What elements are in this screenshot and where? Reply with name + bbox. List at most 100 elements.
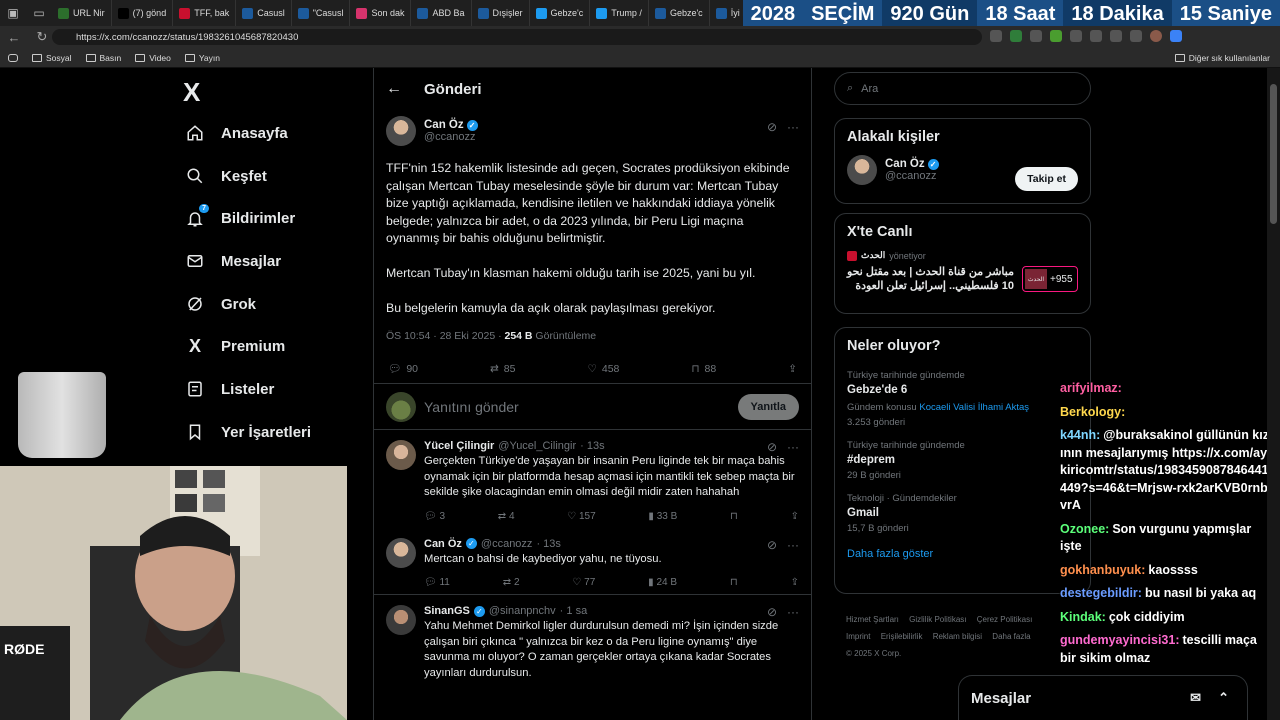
more-icon[interactable]: ···	[787, 120, 799, 134]
profile-avatar-icon[interactable]	[1150, 30, 1162, 42]
reply-time[interactable]: · 1 sa	[560, 605, 588, 617]
sidebar-item-grok[interactable]: Grok	[185, 283, 311, 326]
avatar[interactable]	[386, 116, 416, 146]
browser-tab[interactable]: Dışişler	[472, 0, 530, 26]
reply-item[interactable]: Can Öz ✓ @ccanozz · 13s ⊘ ··· Mertcan o b…	[374, 528, 811, 595]
repost-button[interactable]: ⇄ 4	[498, 511, 515, 522]
like-button[interactable]: ♡ 77	[572, 577, 595, 588]
live-host[interactable]: الحدث yönetiyor	[835, 250, 1090, 261]
browser-tab[interactable]: Gebze'c	[530, 0, 591, 26]
footer-link[interactable]: Imprint	[846, 632, 870, 641]
extension-icon[interactable]	[990, 30, 1002, 42]
repost-button[interactable]: ⇄ 85	[490, 362, 516, 375]
sidebar-item-bookmarks[interactable]: Yer İşaretleri	[185, 411, 311, 454]
avatar[interactable]	[386, 440, 416, 471]
footer-link[interactable]: Çerez Politikası	[977, 615, 1033, 624]
reply-author-name[interactable]: Yücel Çilingir	[424, 440, 494, 452]
author-name[interactable]: Can Öz	[424, 119, 464, 131]
browser-tab[interactable]: ABD Ba	[411, 0, 472, 26]
browser-tab[interactable]: URL Nir	[52, 0, 112, 26]
reply-author-handle[interactable]: @Yucel_Cilingir	[498, 440, 576, 452]
trend-context-link[interactable]: Kocaeli Valisi İlhami Aktaş	[919, 402, 1029, 413]
more-icon[interactable]: ···	[787, 440, 799, 454]
other-bookmarks[interactable]: Diğer sık kullanılanlar	[1174, 53, 1270, 63]
footer-link[interactable]: Daha fazla	[992, 632, 1030, 641]
share-button[interactable]: ⇪	[788, 362, 797, 375]
bookmark-button[interactable]: ⊓ 88	[691, 362, 716, 375]
show-more-link[interactable]: Daha fazla göster	[835, 540, 1090, 568]
grok-icon[interactable]: ⊘	[767, 538, 777, 552]
reply-author-handle[interactable]: @ccanozz	[481, 538, 533, 550]
avatar[interactable]	[386, 605, 416, 636]
sidebar-item-premium[interactable]: X Premium	[185, 325, 311, 368]
sidebar-item-messages[interactable]: Mesajlar	[185, 240, 311, 283]
messages-drawer[interactable]: Mesajlar ✉ ⌃	[958, 675, 1248, 720]
grok-icon[interactable]: ⊘	[767, 120, 777, 134]
footer-link[interactable]: Reklam bilgisi	[933, 632, 982, 641]
sidebar-item-home[interactable]: Anasayfa	[185, 112, 311, 155]
bookmark-folder-yayin[interactable]: Yayın	[184, 53, 220, 63]
reply-button[interactable]: 💬︎ 3	[424, 511, 445, 522]
like-button[interactable]: ♡ 458	[587, 362, 619, 375]
tab-list-icon[interactable]: ▭	[26, 0, 52, 26]
sidebar-item-notifications[interactable]: 7 Bildirimler	[185, 197, 311, 240]
reply-time[interactable]: · 13s	[580, 440, 604, 452]
live-thumbnail[interactable]: الحدث +955	[1022, 266, 1078, 292]
views-button[interactable]: ▮ 33 B	[648, 511, 677, 522]
sidebar-item-lists[interactable]: Listeler	[185, 368, 311, 411]
post-timestamp[interactable]: ÖS 10:54 · 28 Eki 2025 ·	[386, 330, 504, 342]
extension-icon[interactable]	[1030, 30, 1042, 42]
extension-icon[interactable]	[1070, 30, 1082, 42]
share-icon[interactable]: ⇪	[791, 511, 799, 522]
browser-tab[interactable]: (7) gönd	[112, 0, 174, 26]
footer-link[interactable]: Erişilebilirlik	[881, 632, 923, 641]
scrollbar-thumb[interactable]	[1270, 84, 1277, 224]
bookmark-folder-video[interactable]: Video	[135, 53, 171, 63]
repost-button[interactable]: ⇄ 2	[503, 577, 520, 588]
reply-time[interactable]: · 13s	[536, 538, 560, 550]
browser-tab[interactable]: Trump /	[590, 0, 649, 26]
back-arrow-icon[interactable]: ←	[386, 80, 402, 98]
author-handle[interactable]: @ccanozz	[424, 131, 478, 143]
x-logo[interactable]: X	[183, 77, 200, 108]
footer-link[interactable]: Hizmet Şartları	[846, 615, 899, 624]
author-name[interactable]: Can Öz	[885, 158, 925, 170]
trend-item[interactable]: Türkiye tarihinde gündemde #deprem 29 B …	[835, 434, 1090, 487]
views-button[interactable]: ▮ 24 B	[648, 577, 677, 588]
reply-submit-button[interactable]: Yanıtla	[737, 393, 799, 420]
reply-item[interactable]: SinanGS ✓ @sinanpnchv · 1 sa ⊘ ··· Yahu M…	[374, 595, 811, 687]
share-icon[interactable]: ⇪	[791, 577, 799, 588]
reply-item[interactable]: Yücel Çilingir @Yucel_Cilingir · 13s ⊘ ··…	[374, 430, 811, 528]
reply-author-name[interactable]: SinanGS	[424, 605, 470, 617]
browser-tab[interactable]: "Casusl	[292, 0, 351, 26]
more-icon[interactable]: ···	[787, 538, 799, 552]
reply-author-name[interactable]: Can Öz	[424, 538, 462, 550]
extension-icon[interactable]	[1010, 30, 1022, 42]
reply-input[interactable]: Yanıtını gönder	[424, 399, 730, 415]
tab-actions-icon[interactable]: ▣	[0, 0, 26, 26]
follow-button[interactable]: Takip et	[1015, 167, 1078, 191]
address-bar[interactable]: https://x.com/ccanozz/status/19832610456…	[52, 29, 982, 45]
back-icon[interactable]: ←	[0, 30, 28, 45]
extension-icon[interactable]	[1110, 30, 1122, 42]
avatar[interactable]	[847, 155, 877, 185]
like-button[interactable]: ♡ 157	[567, 511, 595, 522]
extension-icon[interactable]	[1050, 30, 1062, 42]
sidebar-item-explore[interactable]: Keşfet	[185, 155, 311, 198]
extension-icon[interactable]	[1090, 30, 1102, 42]
browser-tab[interactable]: TFF, bak	[173, 0, 237, 26]
bookmark-folder-basin[interactable]: Basın	[85, 53, 121, 63]
bookmark-icon[interactable]: ⊓	[730, 511, 738, 522]
more-icon[interactable]: ···	[787, 605, 799, 619]
live-broadcast[interactable]: مباشر من قناة الحدث | بعد مقتل نحو 10 فل…	[835, 261, 1090, 297]
copilot-icon[interactable]	[1170, 30, 1182, 42]
browser-tab[interactable]: Son dak	[350, 0, 412, 26]
extension-icon[interactable]	[1130, 30, 1142, 42]
reply-author-handle[interactable]: @sinanpnchv	[489, 605, 556, 617]
footer-link[interactable]: Gizlilik Politikası	[909, 615, 966, 624]
search-input[interactable]: ⌕ Ara	[834, 72, 1091, 105]
bookmark-icon[interactable]: ⊓	[730, 577, 738, 588]
bookmark-card-icon[interactable]	[8, 53, 18, 62]
reply-button[interactable]: 💬︎ 90	[388, 362, 418, 376]
grok-icon[interactable]: ⊘	[767, 440, 777, 454]
